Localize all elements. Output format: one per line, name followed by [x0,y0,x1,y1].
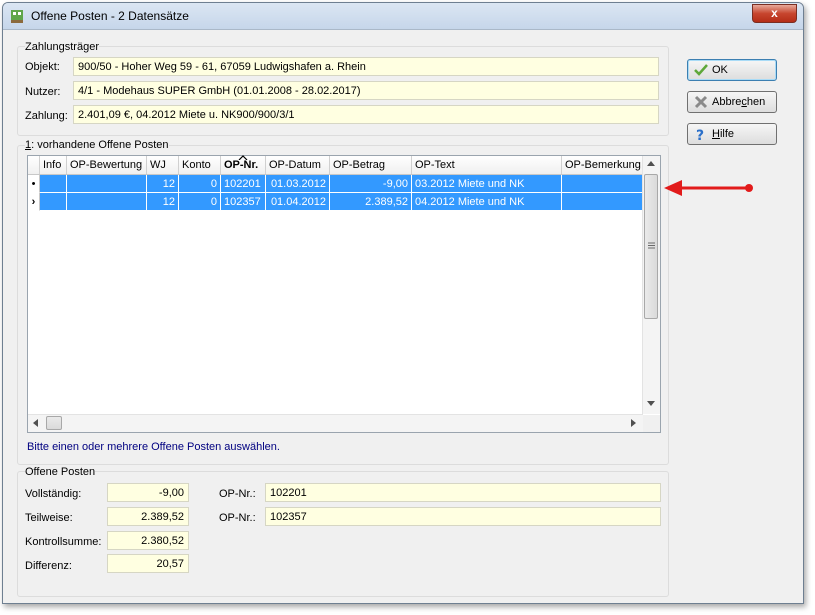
help-label-accesskey: H [712,128,720,140]
sort-ascending-icon [238,155,248,160]
ok-button-label: OK [712,64,728,76]
row-indicator: • [28,175,40,193]
col-op-text[interactable]: OP-Text [412,156,562,174]
grip-icon [648,242,655,249]
table-row[interactable]: • 12 0 102201 01.03.2012 -9,00 03.2012 M… [28,175,643,193]
table-row[interactable]: › 12 0 102357 01.04.2012 2.389,52 04.201… [28,193,643,211]
cell-op-text: 03.2012 Miete und NK [412,175,562,193]
vertical-scrollbar[interactable] [642,156,660,414]
col-info[interactable]: Info [40,156,67,174]
window-title: Offene Posten - 2 Datensätze [31,9,189,23]
vertical-scroll-thumb[interactable] [644,174,658,319]
cell-wj: 12 [147,175,179,193]
cell-op-betrag: 2.389,52 [330,193,412,211]
ok-button[interactable]: OK [687,59,777,81]
cancel-x-icon [694,95,708,109]
checkmark-icon [694,64,708,76]
close-icon: x [771,6,778,20]
nutzer-field[interactable]: 4/1 - Modehaus SUPER GmbH (01.01.2008 - … [73,81,659,100]
objekt-field[interactable]: 900/50 - Hoher Weg 59 - 61, 67059 Ludwig… [73,57,659,76]
horizontal-scrollbar[interactable] [28,414,643,432]
op-nr-2-label: OP-Nr.: [219,512,256,524]
svg-text:?: ? [696,128,704,141]
vollstaendig-label: Vollständig: [25,488,82,500]
op-nr-1-field[interactable]: 102201 [265,483,661,502]
help-button-label: Hilfe [712,128,734,140]
col-op-bewertung[interactable]: OP-Bewertung [67,156,147,174]
zahlung-label: Zahlung: [25,110,68,122]
op-nr-2-field[interactable]: 102357 [265,507,661,526]
row-indicator: › [28,193,40,211]
summary-title: Offene Posten [25,466,96,478]
close-button[interactable]: x [752,4,797,23]
help-label-post: ilfe [719,128,735,140]
title-bar[interactable]: Offene Posten - 2 Datensätze x [3,3,803,30]
kontrollsumme-field[interactable]: 2.380,52 [107,531,189,550]
horizontal-scroll-thumb[interactable] [46,416,62,430]
cell-bewertung [67,175,147,193]
cancel-label-post: hen [746,96,766,108]
differenz-field[interactable]: 20,57 [107,554,189,573]
objekt-label: Objekt: [25,61,60,73]
cell-op-datum: 01.04.2012 [266,193,330,211]
scroll-left-icon[interactable] [33,419,38,427]
red-arrow-annotation [664,180,753,196]
teilweise-label: Teilweise: [25,512,73,524]
cell-info [40,193,67,211]
header-indicator [28,156,40,174]
kontrollsumme-label: Kontrollsumme: [25,536,102,548]
scroll-right-icon[interactable] [631,419,636,427]
cell-op-nr: 102201 [221,175,266,193]
list-title-text: : vorhandene Offene Posten [31,139,169,151]
col-op-bemerkung[interactable]: OP-Bemerkung [562,156,643,174]
differenz-label: Differenz: [25,560,72,572]
cell-bewertung [67,193,147,211]
col-op-datum[interactable]: OP-Datum [266,156,330,174]
cell-konto: 0 [179,193,221,211]
cancel-button[interactable]: Abbrechen [687,91,777,113]
cell-op-text: 04.2012 Miete und NK [412,193,562,211]
help-question-icon: ? [696,128,704,141]
cell-op-nr: 102357 [221,193,266,211]
col-wj[interactable]: WJ [147,156,179,174]
cell-op-betrag: -9,00 [330,175,412,193]
zahlungstraeger-title: Zahlungsträger [25,41,99,53]
help-button[interactable]: ? Hilfe [687,123,777,145]
cell-op-datum: 01.03.2012 [266,175,330,193]
cell-wj: 12 [147,193,179,211]
nutzer-label: Nutzer: [25,86,61,98]
dialog-client: Zahlungsträger Objekt: 900/50 - Hoher We… [11,33,795,598]
dialog-window: Offene Posten - 2 Datensätze x Zahlungst… [2,2,804,604]
teilweise-field[interactable]: 2.389,52 [107,507,189,526]
vollstaendig-field[interactable]: -9,00 [107,483,189,502]
grid-header: Info OP-Bewertung WJ Konto OP-Nr. OP-Dat… [28,155,643,175]
selection-hint: Bitte einen oder mehrere Offene Posten a… [27,441,280,453]
zahlung-field[interactable]: 2.401,09 €, 04.2012 Miete u. NK900/900/3… [73,105,659,124]
list-title: 1: vorhandene Offene Posten [25,139,169,151]
scroll-down-icon[interactable] [647,401,655,406]
cell-konto: 0 [179,175,221,193]
op-nr-1-label: OP-Nr.: [219,488,256,500]
col-konto[interactable]: Konto [179,156,221,174]
col-op-nr-label: OP-Nr. [224,159,259,171]
cancel-button-label: Abbrechen [712,96,765,108]
scroll-up-icon[interactable] [647,161,655,166]
cell-op-bemerkung [562,175,643,193]
scrollbar-corner [643,415,660,432]
cell-op-bemerkung [562,193,643,211]
app-icon [11,10,23,23]
cancel-label-pre: Abbre [712,96,742,108]
cell-info [40,175,67,193]
col-op-betrag[interactable]: OP-Betrag [330,156,412,174]
offene-posten-grid[interactable]: Info OP-Bewertung WJ Konto OP-Nr. OP-Dat… [27,155,661,433]
